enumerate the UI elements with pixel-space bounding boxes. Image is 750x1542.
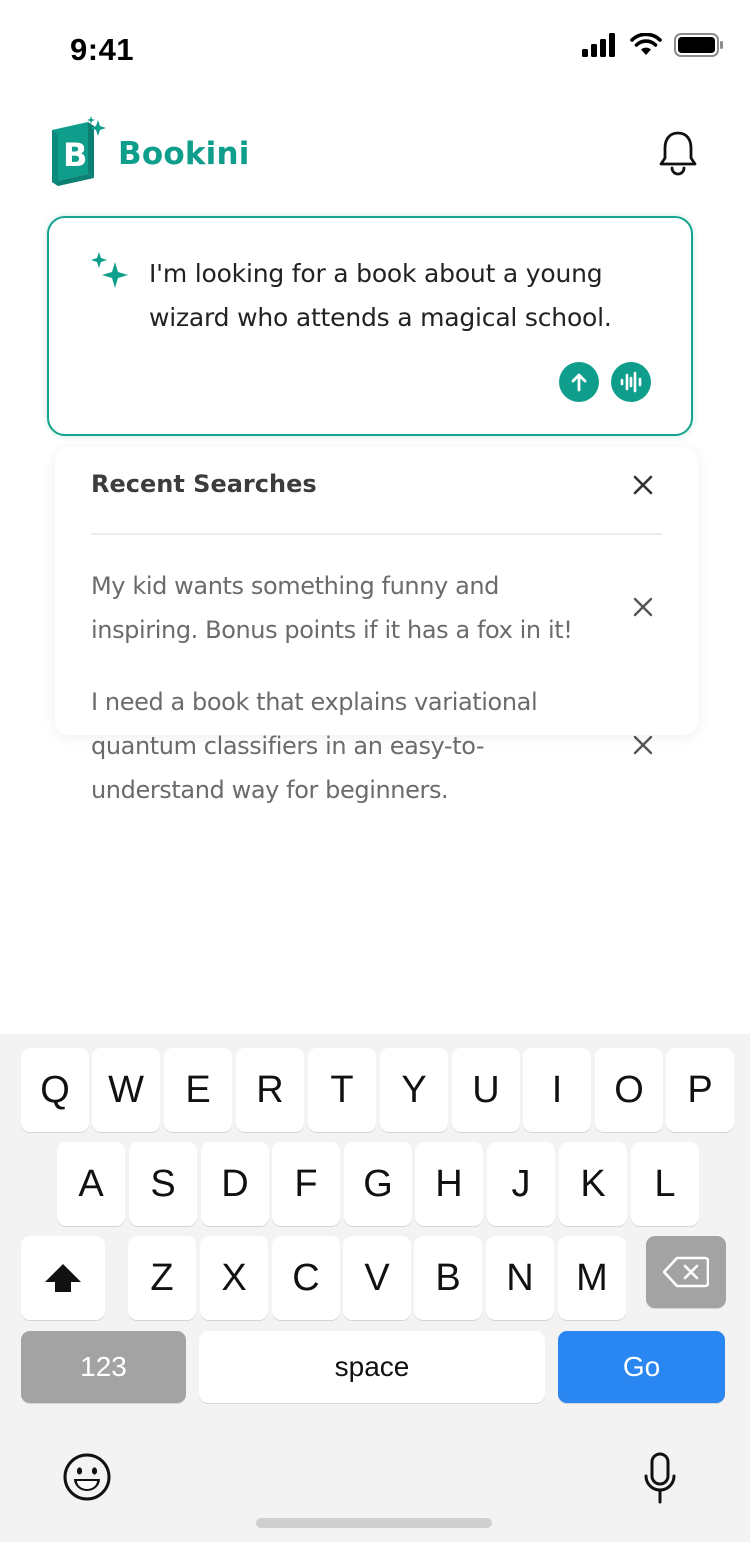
recent-search-item[interactable]: My kid wants something funny and inspiri… xyxy=(91,564,591,652)
status-time: 9:41 xyxy=(70,32,135,67)
close-icon xyxy=(633,735,653,755)
key-b[interactable]: B xyxy=(414,1236,482,1320)
key-d[interactable]: D xyxy=(201,1142,269,1226)
key-o[interactable]: O xyxy=(595,1048,663,1132)
bell-icon[interactable] xyxy=(656,128,700,178)
backspace-icon xyxy=(663,1256,709,1288)
keyboard: Q W E R T Y U I O P A S D F G H J K L Z … xyxy=(0,1034,750,1542)
arrow-up-icon xyxy=(571,373,587,392)
emoji-icon[interactable] xyxy=(62,1452,112,1502)
key-a[interactable]: A xyxy=(57,1142,125,1226)
key-s[interactable]: S xyxy=(129,1142,197,1226)
send-button[interactable] xyxy=(559,362,599,402)
sparkle-icon xyxy=(91,252,128,288)
space-key[interactable]: space xyxy=(199,1331,545,1403)
microphone-icon[interactable] xyxy=(642,1452,678,1506)
key-t[interactable]: T xyxy=(308,1048,376,1132)
key-x[interactable]: X xyxy=(200,1236,268,1320)
key-y[interactable]: Y xyxy=(380,1048,448,1132)
key-j[interactable]: J xyxy=(487,1142,555,1226)
svg-text:B: B xyxy=(63,136,87,174)
recent-search-item[interactable]: I need a book that explains variational … xyxy=(91,680,591,812)
go-key[interactable]: Go xyxy=(558,1331,725,1403)
app-logo[interactable]: B Bookini xyxy=(48,116,250,188)
numbers-key[interactable]: 123 xyxy=(21,1331,186,1403)
key-w[interactable]: W xyxy=(92,1048,160,1132)
key-m[interactable]: M xyxy=(558,1236,626,1320)
key-u[interactable]: U xyxy=(452,1048,520,1132)
home-indicator xyxy=(256,1518,492,1528)
remove-recent-item-button[interactable] xyxy=(629,593,657,621)
key-p[interactable]: P xyxy=(666,1048,734,1132)
divider xyxy=(91,533,662,535)
app-header: B Bookini xyxy=(48,116,702,196)
recent-searches-title: Recent Searches xyxy=(91,470,317,498)
app-name: Bookini xyxy=(118,136,250,172)
search-actions xyxy=(559,362,651,402)
close-recent-button[interactable] xyxy=(629,471,657,499)
shift-key[interactable] xyxy=(21,1236,105,1320)
remove-recent-item-button[interactable] xyxy=(629,731,657,759)
key-f[interactable]: F xyxy=(272,1142,340,1226)
wifi-icon xyxy=(630,33,662,55)
key-z[interactable]: Z xyxy=(128,1236,196,1320)
backspace-key[interactable] xyxy=(646,1236,726,1308)
battery-icon xyxy=(674,33,723,57)
key-c[interactable]: C xyxy=(272,1236,340,1320)
key-q[interactable]: Q xyxy=(21,1048,89,1132)
status-icons xyxy=(582,33,724,57)
key-v[interactable]: V xyxy=(343,1236,411,1320)
voice-button[interactable] xyxy=(611,362,651,402)
key-r[interactable]: R xyxy=(236,1048,304,1132)
status-bar: 9:41 xyxy=(0,0,750,100)
key-l[interactable]: L xyxy=(631,1142,699,1226)
close-icon xyxy=(633,597,653,617)
key-k[interactable]: K xyxy=(559,1142,627,1226)
key-n[interactable]: N xyxy=(486,1236,554,1320)
book-logo-icon: B xyxy=(52,116,106,186)
search-box[interactable]: I'm looking for a book about a young wiz… xyxy=(47,216,693,436)
search-input[interactable]: I'm looking for a book about a young wiz… xyxy=(149,252,649,340)
close-icon xyxy=(633,475,653,495)
key-i[interactable]: I xyxy=(523,1048,591,1132)
cellular-signal-icon xyxy=(582,33,615,57)
key-g[interactable]: G xyxy=(344,1142,412,1226)
shift-icon xyxy=(45,1264,81,1292)
audio-wave-icon xyxy=(620,371,642,393)
key-h[interactable]: H xyxy=(415,1142,483,1226)
key-e[interactable]: E xyxy=(164,1048,232,1132)
